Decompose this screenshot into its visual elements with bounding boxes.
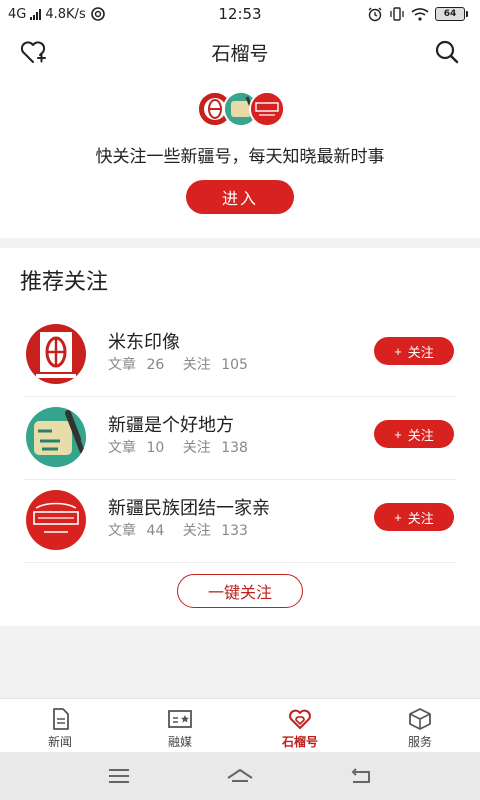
enter-button[interactable]: 进入 xyxy=(186,180,294,214)
box-icon xyxy=(409,708,431,730)
avatar xyxy=(26,324,86,384)
follows-label: 关注 xyxy=(182,357,211,373)
hearts-icon xyxy=(289,709,311,729)
signal-icon xyxy=(30,8,42,20)
plus-icon: + xyxy=(394,509,402,525)
intro-text: 快关注一些新疆号，每天知晓最新时事 xyxy=(95,147,385,167)
menu-icon[interactable] xyxy=(105,764,133,788)
follow-label: 关注 xyxy=(407,510,434,526)
intro-card: 快关注一些新疆号，每天知晓最新时事 进入 xyxy=(0,76,480,238)
plus-icon: + xyxy=(394,426,402,442)
vibrate-icon xyxy=(390,7,404,21)
app-header: 石榴号 xyxy=(0,28,480,76)
avatar xyxy=(249,91,285,127)
tab-news[interactable]: 新闻 xyxy=(0,699,120,752)
avatar xyxy=(26,407,86,467)
account-stats: 文章 10 关注 138 xyxy=(108,437,254,457)
account-name: 米东印像 xyxy=(108,332,180,353)
articles-count: 10 xyxy=(146,440,165,456)
account-stats: 文章 44 关注 133 xyxy=(108,520,254,540)
account-name: 新疆民族团结一家亲 xyxy=(108,498,270,519)
home-icon[interactable] xyxy=(223,764,257,788)
page-title: 石榴号 xyxy=(211,42,269,65)
follow-all-button[interactable]: 一键关注 xyxy=(177,574,303,608)
follows-count: 105 xyxy=(221,357,248,373)
follows-count: 138 xyxy=(221,440,248,456)
follows-count: 133 xyxy=(221,523,248,539)
follows-label: 关注 xyxy=(182,523,211,539)
articles-label: 文章 xyxy=(108,440,136,456)
sync-icon xyxy=(90,7,105,21)
account-stats: 文章 26 关注 105 xyxy=(108,354,254,374)
account-name: 新疆是个好地方 xyxy=(108,415,234,436)
document-icon xyxy=(53,708,69,730)
tab-label: 融媒 xyxy=(167,735,192,749)
status-right: 64 xyxy=(367,6,468,22)
wifi-icon xyxy=(411,8,429,21)
back-icon[interactable] xyxy=(347,764,375,788)
network-type: 4G xyxy=(8,6,27,22)
tab-pomegranate[interactable]: 石榴号 xyxy=(240,699,360,752)
status-bar: 4G 4.8K/s 12:53 64 xyxy=(0,0,480,28)
system-nav-bar xyxy=(0,752,480,800)
recommend-section: 推荐关注 米东印像 文章 26 关注 105 + 关注 新疆是个好地方 文章 1… xyxy=(0,248,480,626)
status-left: 4G 4.8K/s xyxy=(8,6,106,22)
articles-count: 44 xyxy=(146,523,165,539)
plus-icon: + xyxy=(394,343,402,359)
avatar xyxy=(26,490,86,550)
tab-label: 石榴号 xyxy=(281,735,318,749)
list-item[interactable]: 米东印像 文章 26 关注 105 + 关注 xyxy=(24,314,456,397)
tab-label: 新闻 xyxy=(47,735,72,749)
battery-icon: 64 xyxy=(435,7,468,21)
network-speed: 4.8K/s xyxy=(45,6,86,22)
list-item[interactable]: 新疆是个好地方 文章 10 关注 138 + 关注 xyxy=(24,397,456,480)
follow-label: 关注 xyxy=(407,344,434,360)
articles-label: 文章 xyxy=(108,523,136,539)
bottom-tab-bar: 新闻 融媒 石榴号 服务 xyxy=(0,698,480,752)
search-icon[interactable] xyxy=(432,38,462,66)
tab-media[interactable]: 融媒 xyxy=(120,699,240,752)
follow-label: 关注 xyxy=(407,427,434,443)
tab-services[interactable]: 服务 xyxy=(360,699,480,752)
avatar-stack xyxy=(197,91,287,127)
battery-level: 64 xyxy=(435,7,465,21)
follow-button[interactable]: + 关注 xyxy=(374,420,454,448)
section-title: 推荐关注 xyxy=(20,270,109,295)
alarm-icon xyxy=(368,7,382,22)
articles-label: 文章 xyxy=(108,357,136,373)
tab-label: 服务 xyxy=(407,735,432,749)
follow-button[interactable]: + 关注 xyxy=(374,503,454,531)
follow-button[interactable]: + 关注 xyxy=(374,337,454,365)
follows-label: 关注 xyxy=(182,440,211,456)
recommend-list: 米东印像 文章 26 关注 105 + 关注 新疆是个好地方 文章 10 关注 … xyxy=(24,314,456,563)
heart-plus-icon[interactable] xyxy=(18,38,48,66)
articles-count: 26 xyxy=(146,357,165,373)
list-item[interactable]: 新疆民族团结一家亲 文章 44 关注 133 + 关注 xyxy=(24,480,456,563)
media-card-icon xyxy=(168,710,192,728)
